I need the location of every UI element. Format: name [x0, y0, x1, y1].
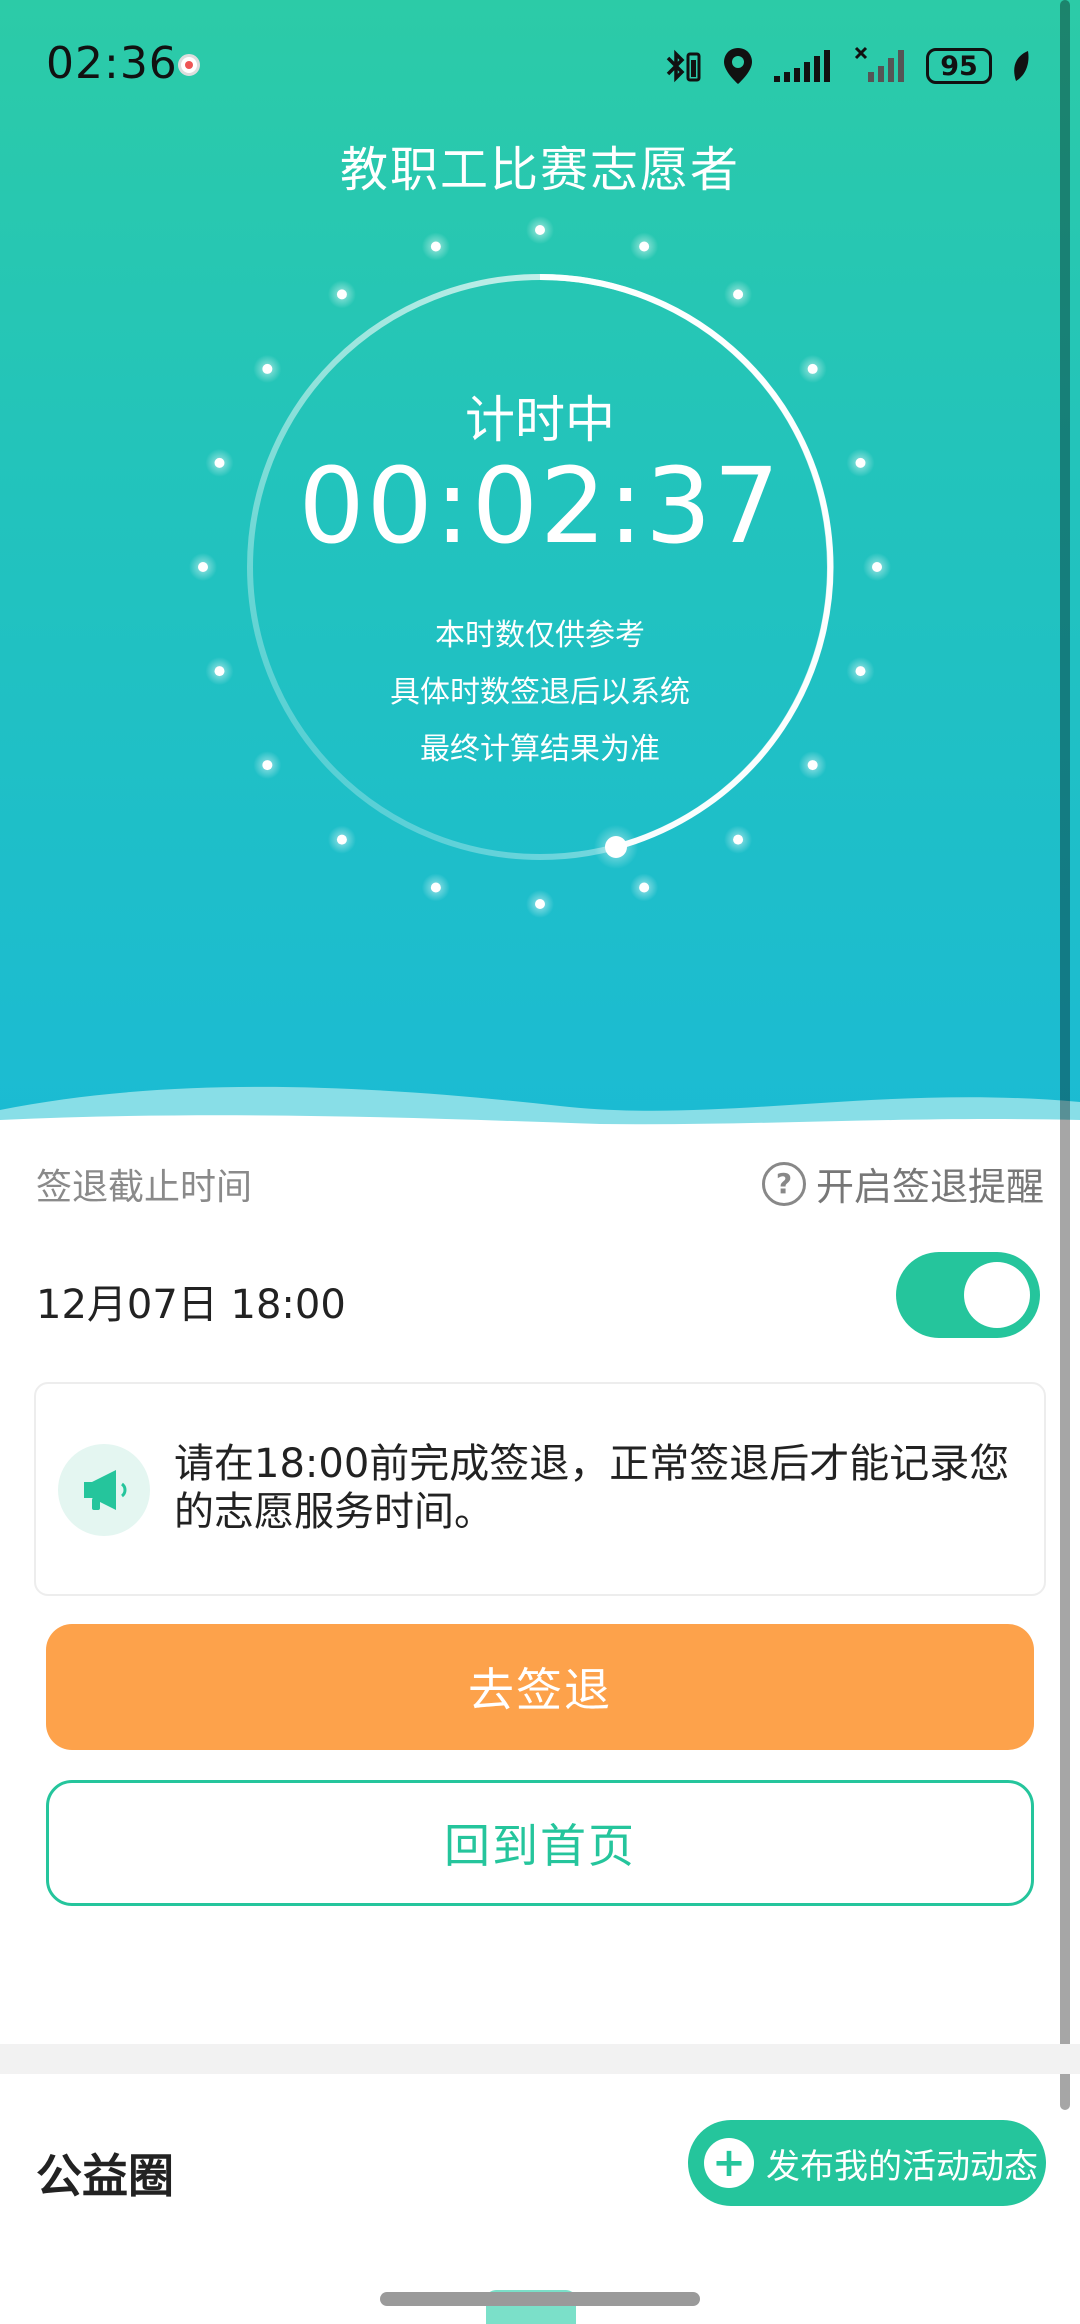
plus-icon: +	[704, 2138, 754, 2188]
checkout-reminder-label[interactable]: ? 开启签退提醒	[761, 1156, 1044, 1211]
toggle-knob	[964, 1262, 1030, 1328]
community-section-title: 公益圈	[36, 2149, 174, 2203]
notice-text: 请在18:00前完成签退，正常签退后才能记录您的志愿服务时间。	[174, 1441, 1010, 1535]
home-indicator[interactable]	[380, 2292, 700, 2306]
dial-tick	[535, 225, 545, 235]
checkout-button[interactable]: 去签退	[46, 1624, 1034, 1750]
dial-tick	[733, 834, 744, 845]
scrollbar[interactable]	[1060, 0, 1070, 2110]
checkout-notice-card: 请在18:00前完成签退，正常签退后才能记录您的志愿服务时间。	[34, 1382, 1046, 1596]
timer-elapsed-value: 00:02:37	[298, 445, 782, 567]
dial-tick	[535, 899, 545, 909]
dial-handle	[605, 836, 627, 858]
reminder-label-text: 开启签退提醒	[815, 1165, 1044, 1209]
timer-hero: 02:36 95 教职工比赛志愿者 计时中 00:02:37 本时数仅供参考 具…	[0, 0, 1080, 1125]
timer-note-line-2: 具体时数签退后以系统	[390, 675, 690, 710]
help-icon[interactable]: ?	[761, 1161, 806, 1206]
megaphone-icon	[58, 1444, 150, 1536]
dial-tick	[639, 241, 650, 252]
timer-note-line-3: 最终计算结果为准	[420, 732, 660, 767]
back-home-button[interactable]: 回到首页	[46, 1780, 1034, 1906]
dial-tick	[336, 289, 347, 300]
dial-ring	[247, 274, 833, 860]
hero-wave-divider	[0, 1086, 1080, 1125]
dial-ticks	[189, 216, 891, 918]
dial-tick	[262, 363, 273, 374]
section-divider	[0, 2044, 1080, 2074]
timer-status-label: 计时中	[465, 391, 615, 449]
dial-tick	[733, 289, 744, 300]
publish-activity-label: 发布我的活动动态	[766, 2146, 1038, 2187]
checkout-deadline-label: 签退截止时间	[36, 1167, 253, 1208]
dial-tick	[639, 882, 650, 893]
dial-tick	[430, 882, 441, 893]
checkout-deadline-value: 12月07日 18:00	[36, 1282, 346, 1328]
dial-tick	[336, 834, 347, 845]
dial-tick	[430, 241, 441, 252]
dial-tick	[807, 363, 818, 374]
timer-note-line-1: 本时数仅供参考	[435, 618, 645, 653]
publish-activity-button[interactable]: + 发布我的活动动态	[688, 2120, 1046, 2206]
checkout-reminder-toggle[interactable]	[896, 1252, 1040, 1338]
